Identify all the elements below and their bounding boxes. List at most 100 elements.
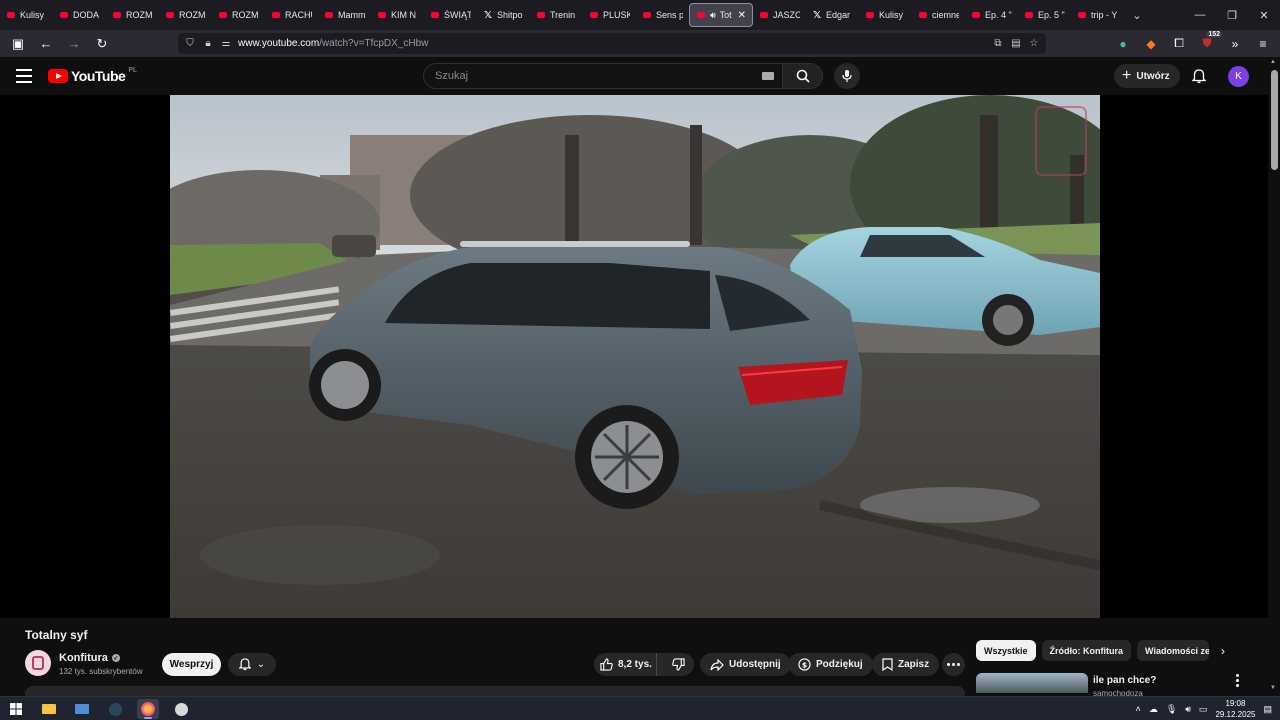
ublock-icon[interactable]: ⛊ 152 [1196, 31, 1222, 54]
browser-tab[interactable]: 🔊︎ Tot ✕ [689, 3, 753, 27]
channel-avatar[interactable] [25, 650, 51, 676]
browser-tab[interactable]: ROZM [106, 3, 159, 27]
more-actions-button[interactable] [942, 653, 965, 676]
browser-tab[interactable]: trip - Y [1071, 3, 1124, 27]
thanks-button[interactable]: $ Podziękuj [788, 653, 873, 676]
picture-in-picture-icon[interactable]: ⧉ [992, 38, 1004, 49]
file-explorer-icon[interactable] [38, 699, 60, 719]
browser-tab[interactable]: RACHU [265, 3, 318, 27]
scrollbar-thumb[interactable] [1271, 70, 1278, 170]
reload-icon[interactable]: ↻ [90, 32, 114, 56]
volume-icon[interactable]: 🔊︎ [1185, 704, 1191, 715]
recommendation-title[interactable]: ile pan chce? [1093, 675, 1156, 686]
youtube-favicon-icon [971, 10, 981, 20]
chevron-right-icon[interactable]: › [1221, 644, 1225, 658]
support-button[interactable]: Wesprzyj [162, 653, 221, 676]
onedrive-icon[interactable]: ☁ [1149, 704, 1158, 715]
video-frame[interactable] [170, 95, 1100, 618]
browser-tab[interactable]: Mamm [318, 3, 371, 27]
guide-menu-icon[interactable] [16, 69, 32, 83]
sidebar-toggle-icon[interactable]: ▣ [6, 32, 30, 56]
browser-tab[interactable]: DODA [53, 3, 106, 27]
app-icon[interactable] [170, 699, 192, 719]
clock[interactable]: 19:08 29.12.2025 [1215, 698, 1255, 720]
youtube-favicon-icon [218, 10, 228, 20]
dislike-button[interactable] [662, 653, 694, 676]
audio-playing-icon[interactable]: 🔊︎ [710, 10, 716, 21]
country-code: PL [128, 66, 137, 74]
steam-icon[interactable] [104, 699, 126, 719]
forward-icon[interactable]: → [62, 32, 86, 56]
keyboard-icon[interactable] [762, 72, 774, 80]
browser-tab[interactable]: ROZM [212, 3, 265, 27]
browser-tab[interactable]: 𝕏 Edgar [806, 3, 859, 27]
description-box[interactable] [25, 686, 965, 696]
browser-tab-title: ŚWIĄT [444, 10, 471, 20]
chip-news[interactable]: Wiadomości ze [1137, 640, 1210, 661]
recommendation-menu-icon[interactable] [1236, 674, 1239, 687]
reader-view-icon[interactable]: ▤ [1010, 38, 1022, 49]
back-icon[interactable]: ← [34, 32, 58, 56]
scroll-down-icon[interactable]: ▼ [1270, 685, 1276, 691]
bookmark-star-icon[interactable]: ☆ [1028, 38, 1040, 49]
browser-tab[interactable]: ciemne [912, 3, 965, 27]
restore-icon[interactable]: ❐ [1216, 0, 1248, 30]
chip-source[interactable]: Źródło: Konfitura [1041, 640, 1132, 661]
save-button[interactable]: Zapisz [872, 653, 940, 676]
youtube-wordmark: YouTube [71, 68, 126, 84]
browser-tab[interactable]: Ep. 4 " [965, 3, 1018, 27]
chip-all[interactable]: Wszystkie [976, 640, 1036, 661]
windows-start-icon[interactable] [5, 699, 27, 719]
subscription-bell-button[interactable]: ⌄ [228, 653, 276, 676]
url-bar[interactable]: ⛉ 🔒︎ ⚌ www.youtube.com/watch?v=TfcpDX_cH… [178, 33, 1046, 54]
minimize-icon[interactable]: — [1184, 0, 1216, 30]
browser-tab[interactable]: Kulisy p [859, 3, 912, 27]
firefox-icon[interactable] [137, 699, 159, 719]
close-window-icon[interactable]: ✕ [1248, 0, 1280, 30]
notifications-button[interactable] [1190, 67, 1208, 85]
browser-tab[interactable]: JASZC [753, 3, 806, 27]
browser-tab-title: RACHU [285, 10, 312, 20]
network-icon[interactable]: ▭ [1199, 704, 1208, 715]
voice-search-button[interactable] [834, 63, 860, 89]
browser-tab[interactable]: 𝕏 Shitpo [477, 3, 530, 27]
channel-name[interactable]: Konfitura ✓ [59, 652, 120, 664]
search-input[interactable]: Szukaj [423, 63, 783, 89]
browser-tab[interactable]: Ep. 5 " [1018, 3, 1071, 27]
permissions-icon[interactable]: ⚌ [220, 38, 232, 49]
notifications-tray-icon[interactable]: ▤ [1263, 704, 1272, 715]
extensions-puzzle-icon[interactable]: ⧠ [1168, 33, 1190, 54]
scroll-up-icon[interactable]: ▲ [1270, 59, 1276, 65]
browser-tab[interactable]: Trenin [530, 3, 583, 27]
browser-tab[interactable]: ŚWIĄT [424, 3, 477, 27]
vpn-extension-icon[interactable]: ● [1112, 33, 1134, 54]
jar-icon [32, 656, 44, 670]
browser-tab[interactable]: Sens p [636, 3, 689, 27]
lock-icon[interactable]: 🔒︎ [202, 38, 214, 49]
browser-tab[interactable]: Kulisy p [0, 3, 53, 27]
close-tab-icon[interactable]: ✕ [738, 10, 746, 21]
microphone-tray-icon[interactable]: 🎙︎ [1166, 704, 1177, 715]
youtube-logo[interactable]: YouTube PL [48, 66, 137, 84]
like-button[interactable]: 8,2 tys. [594, 653, 658, 676]
page-scrollbar[interactable]: ▲ ▼ [1268, 57, 1280, 696]
create-button[interactable]: + Utwórz [1114, 64, 1180, 88]
fox-extension-icon[interactable]: ◆ [1140, 33, 1162, 54]
remote-desktop-icon[interactable] [71, 699, 93, 719]
shield-icon[interactable]: ⛉ [184, 38, 196, 49]
avatar[interactable]: K [1228, 66, 1249, 87]
youtube-favicon-icon [112, 10, 122, 20]
browser-tab[interactable]: PLUSK [583, 3, 636, 27]
overflow-chevron-icon[interactable]: » [1224, 33, 1246, 54]
recommendation-thumbnail[interactable] [976, 673, 1088, 693]
youtube-favicon-icon [6, 10, 16, 20]
search-button[interactable] [783, 63, 823, 89]
tray-overflow-icon[interactable]: ˄ [1136, 704, 1141, 714]
browser-tab[interactable]: KIM N [371, 3, 424, 27]
tab-list-chevron-icon[interactable]: ⌄ [1124, 9, 1150, 22]
browser-tab[interactable]: ROZM [159, 3, 212, 27]
menu-icon[interactable]: ≡ [1252, 33, 1274, 54]
bookmark-icon [882, 658, 893, 671]
video-player[interactable] [0, 95, 1268, 618]
share-button[interactable]: Udostępnij [700, 653, 791, 676]
